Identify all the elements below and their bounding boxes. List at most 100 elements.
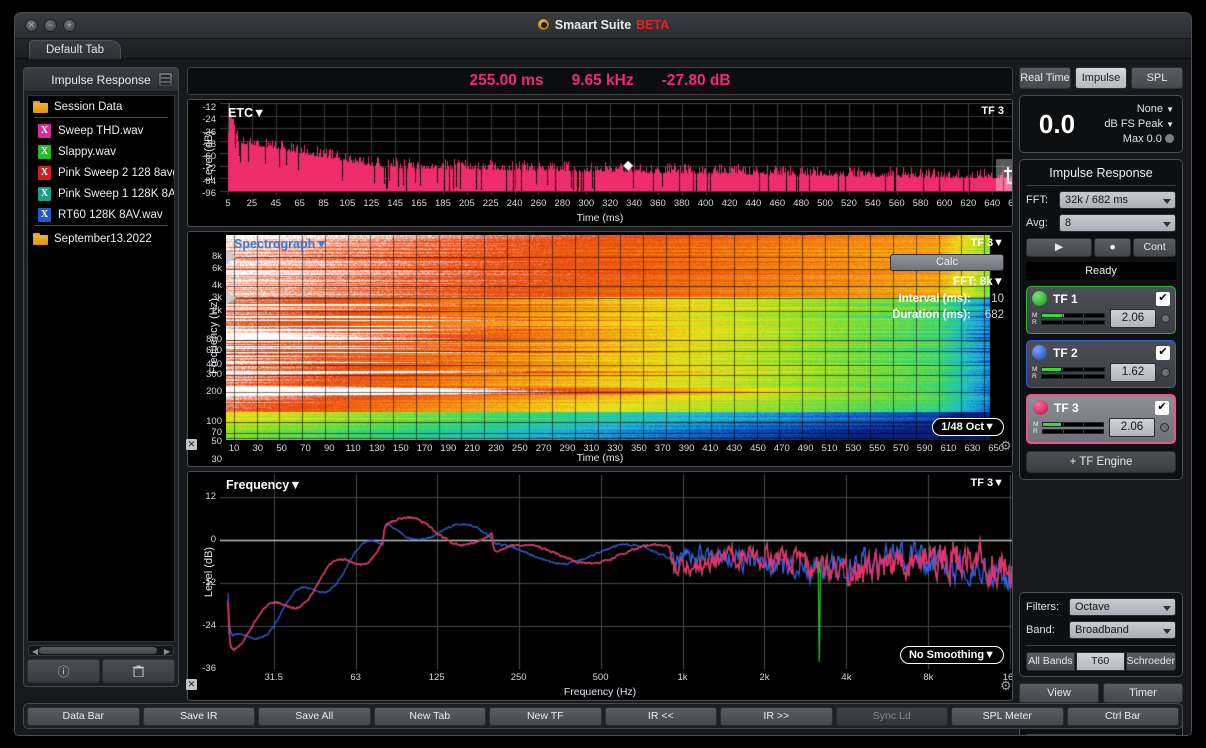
axis-tick-label: 2k bbox=[188, 305, 222, 316]
x-file-icon: X bbox=[38, 166, 51, 180]
tf2-value[interactable]: 1.62 bbox=[1110, 363, 1156, 382]
tf3-value[interactable]: 2.06 bbox=[1109, 418, 1155, 437]
ctrl-bar-button[interactable]: Ctrl Bar bbox=[1067, 707, 1180, 726]
tf-engine-card-1[interactable]: TF 1 ✔ M R 2.06 bbox=[1026, 286, 1176, 334]
trash-icon[interactable] bbox=[102, 659, 175, 683]
tab-default-tab[interactable]: Default Tab bbox=[29, 40, 121, 59]
sync-ld-button[interactable]: Sync Ld bbox=[836, 707, 949, 726]
scrollbar-thumb[interactable] bbox=[39, 647, 157, 654]
unit-select[interactable]: dB FS Peak ▼ bbox=[1086, 118, 1174, 130]
list-item[interactable]: X Slappy.wav bbox=[28, 141, 174, 162]
frequency-title[interactable]: Frequency▼ bbox=[226, 478, 302, 492]
filters-group: Filters: Octave Band: Broadband All Band… bbox=[1019, 592, 1183, 677]
scroll-right-icon[interactable]: ▶ bbox=[164, 647, 170, 656]
tf-engine-card-3[interactable]: TF 3 ✔ M R 2.06 bbox=[1026, 394, 1176, 444]
axis-tick-label: 370 bbox=[655, 443, 671, 454]
filters-select[interactable]: Octave bbox=[1069, 598, 1176, 616]
app-logo-icon bbox=[537, 18, 550, 31]
sidebar-horizontal-scrollbar[interactable]: ◀ ▶ bbox=[28, 645, 174, 656]
freq-tf-label[interactable]: TF 3▼ bbox=[970, 477, 1004, 489]
spectro-tf-label[interactable]: TF 3▼ bbox=[970, 237, 1004, 249]
axis-tick-label: 5 bbox=[225, 198, 230, 209]
list-item[interactable]: X Pink Sweep 1 128K 8AV( bbox=[28, 183, 174, 204]
list-item[interactable]: X RT60 128K 8AV.wav bbox=[28, 204, 174, 225]
tf2-checkbox[interactable]: ✔ bbox=[1156, 346, 1170, 360]
view-button[interactable]: View bbox=[1019, 683, 1099, 703]
ir-next-button[interactable]: IR >> bbox=[720, 707, 833, 726]
t60-button[interactable]: T60 bbox=[1076, 652, 1125, 671]
tf-engine-card-2[interactable]: TF 2 ✔ M R 1.62 bbox=[1026, 340, 1176, 388]
axis-tick-label: -36 bbox=[188, 127, 216, 138]
mode-impulse-button[interactable]: Impulse bbox=[1075, 67, 1127, 89]
etc-canvas[interactable] bbox=[220, 103, 1013, 195]
axis-tick-label: 185 bbox=[435, 198, 451, 209]
axis-tick-label: 340 bbox=[626, 198, 642, 209]
info-icon[interactable]: ⓘ bbox=[27, 659, 100, 683]
play-button[interactable]: ▶ bbox=[1026, 238, 1092, 257]
data-bar-button[interactable]: Data Bar bbox=[27, 707, 140, 726]
etc-title[interactable]: ETC▼ bbox=[228, 106, 265, 120]
sidebar-header: Impulse Response bbox=[24, 68, 178, 92]
list-item[interactable]: X Sweep THD.wav bbox=[28, 120, 174, 141]
add-tf-engine-button[interactable]: + TF Engine bbox=[1026, 451, 1176, 473]
axis-tick-label: 800 bbox=[188, 334, 222, 345]
record-button[interactable]: ● bbox=[1094, 238, 1131, 257]
spectrograph-title[interactable]: Spectrograph▼ bbox=[234, 237, 328, 251]
tf1-checkbox[interactable]: ✔ bbox=[1156, 292, 1170, 306]
weighting-select[interactable]: None ▼ bbox=[1086, 103, 1174, 115]
list-item[interactable]: X Pink Sweep 2 128 8avg.w bbox=[28, 162, 174, 183]
frequency-canvas[interactable] bbox=[220, 475, 1013, 669]
close-spectrograph-icon[interactable]: ✕ bbox=[186, 439, 197, 450]
new-tf-button[interactable]: New TF bbox=[489, 707, 602, 726]
session-file-list[interactable]: Session Data X Sweep THD.wav X Slappy.wa… bbox=[27, 95, 175, 642]
axis-tick-label: 270 bbox=[536, 443, 552, 454]
axis-tick-label: 12 bbox=[188, 491, 216, 502]
spectro-smoothing-button[interactable]: 1/48 Oct▼ bbox=[932, 418, 1004, 436]
axis-tick-label: 70 bbox=[300, 443, 311, 454]
spl-meter-button[interactable]: SPL Meter bbox=[951, 707, 1064, 726]
axis-tick-label: -72 bbox=[188, 163, 216, 174]
axis-tick-label: 3k bbox=[188, 292, 222, 303]
hamburger-icon[interactable] bbox=[158, 72, 173, 87]
spectrograph-settings-gear-icon[interactable]: ⚙ bbox=[1000, 439, 1013, 452]
ir-prev-button[interactable]: IR << bbox=[605, 707, 718, 726]
axis-tick-label: 300 bbox=[578, 198, 594, 209]
axis-tick-label: 300 bbox=[188, 369, 222, 380]
divider bbox=[34, 117, 168, 118]
fft-select[interactable]: 32k / 682 ms bbox=[1059, 191, 1176, 209]
mode-spl-button[interactable]: SPL bbox=[1131, 67, 1183, 89]
max-level-row[interactable]: Max 0.0 bbox=[1086, 133, 1174, 145]
tf1-value[interactable]: 2.06 bbox=[1110, 309, 1156, 328]
axis-tick-label: -24 bbox=[188, 114, 216, 125]
axis-tick-label: 600 bbox=[188, 345, 222, 356]
mode-real-time-button[interactable]: Real Time bbox=[1019, 67, 1071, 89]
frequency-settings-gear-icon[interactable]: ⚙ bbox=[1000, 679, 1013, 692]
app-body: Impulse Response Session Data X Sweep TH… bbox=[15, 59, 1191, 735]
list-group-label: Session Data bbox=[54, 101, 122, 113]
list-item-label: Pink Sweep 2 128 8avg.w bbox=[58, 167, 174, 179]
scroll-left-icon[interactable]: ◀ bbox=[32, 647, 38, 656]
cursor-readout-bar: 255.00 ms 9.65 kHz -27.80 dB bbox=[187, 67, 1013, 95]
schroeder-button[interactable]: Schroeder bbox=[1126, 652, 1176, 671]
save-ir-button[interactable]: Save IR bbox=[143, 707, 256, 726]
avg-select[interactable]: 8 bbox=[1059, 214, 1176, 232]
spectro-fft-label[interactable]: FFT: 8k▼ bbox=[953, 276, 1004, 288]
tf3-checkbox[interactable]: ✔ bbox=[1155, 401, 1169, 415]
close-frequency-icon[interactable]: ✕ bbox=[186, 679, 197, 690]
cont-button[interactable]: Cont bbox=[1133, 238, 1176, 257]
graph-column: 255.00 ms 9.65 kHz -27.80 dB Level (dB) … bbox=[187, 67, 1013, 707]
band-select[interactable]: Broadband bbox=[1069, 621, 1176, 639]
calc-button[interactable]: Calc bbox=[890, 254, 1004, 271]
save-all-button[interactable]: Save All bbox=[258, 707, 371, 726]
timer-button[interactable]: Timer bbox=[1103, 683, 1183, 703]
axis-tick-label: 360 bbox=[650, 198, 666, 209]
list-group-session-data[interactable]: Session Data bbox=[28, 96, 174, 117]
tf1-color-icon bbox=[1032, 291, 1047, 306]
axis-tick-label: 590 bbox=[917, 443, 933, 454]
all-bands-button[interactable]: All Bands bbox=[1026, 652, 1075, 671]
band-label: Band: bbox=[1026, 624, 1064, 636]
new-tab-button[interactable]: New Tab bbox=[374, 707, 487, 726]
axis-tick-label: 225 bbox=[483, 198, 499, 209]
freq-smoothing-button[interactable]: No Smoothing▼ bbox=[900, 646, 1004, 664]
list-group-september[interactable]: September13.2022 bbox=[28, 228, 174, 249]
